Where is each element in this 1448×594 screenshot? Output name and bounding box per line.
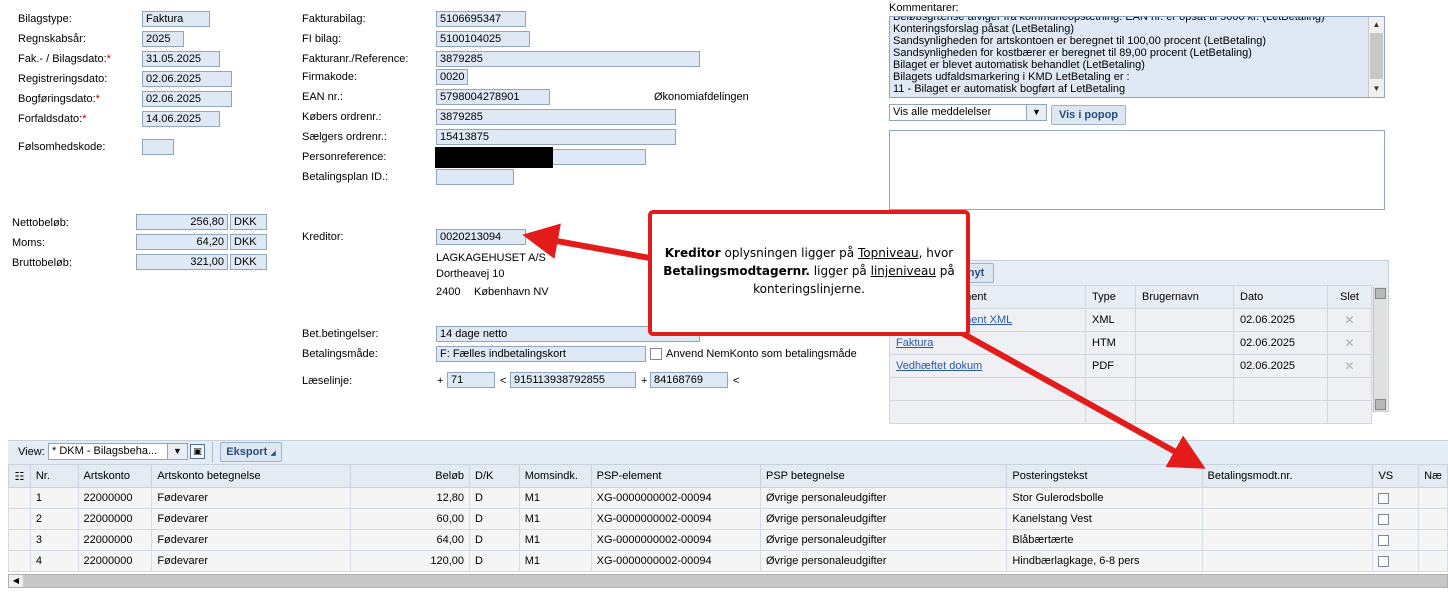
callout-text-3: ligger på (809, 264, 871, 278)
callout-word-linjeniveau: linjeniveau (870, 264, 936, 278)
callout-word-betalingsmodtagernr: Betalingsmodtagernr. (663, 264, 810, 278)
callout-word-topniveau: Topniveau (857, 246, 919, 260)
arrow-to-betalingsmodt (958, 329, 1206, 469)
arrow-to-kreditor (522, 223, 651, 261)
callout-word-kreditor: Kreditor (664, 246, 721, 260)
callout-text-1: oplysningen ligger på (720, 246, 858, 260)
callout-text-2: , hvor (918, 246, 954, 260)
annotation-callout: Kreditor oplysningen ligger på Topniveau… (648, 210, 970, 336)
